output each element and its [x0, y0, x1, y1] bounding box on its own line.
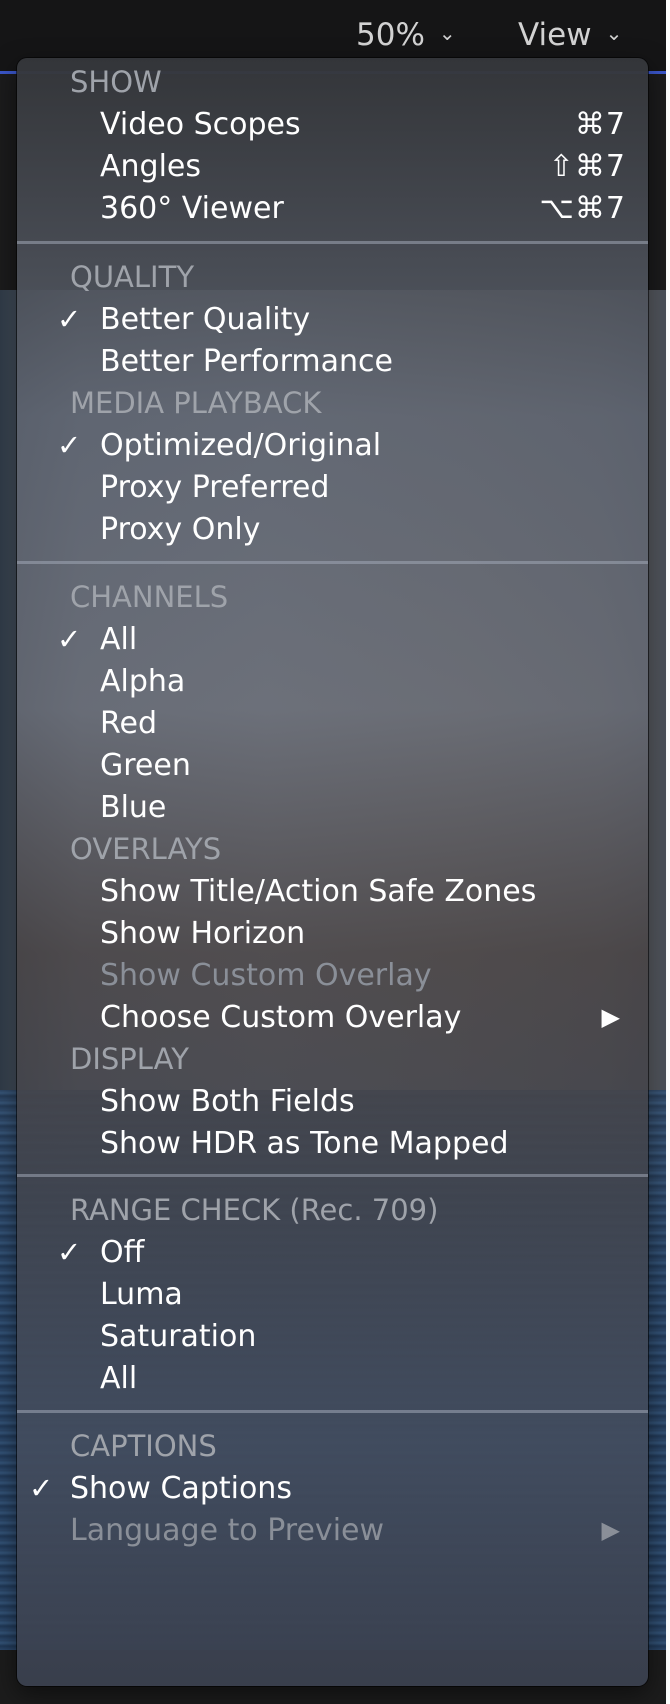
- menu-item-label: Luma: [100, 1277, 183, 1312]
- menu-item-label: Show Both Fields: [100, 1084, 355, 1119]
- menu-item-label: Language to Preview: [70, 1513, 385, 1548]
- menu-item-label: Video Scopes: [100, 107, 301, 142]
- chevron-down-icon: ⌄: [605, 21, 623, 45]
- menu-item-label: Show Captions: [70, 1471, 292, 1506]
- zoom-label: 50%: [356, 17, 425, 53]
- menu-item-label: Better Performance: [100, 344, 393, 379]
- section-header-display: DISPLAY: [70, 1042, 189, 1076]
- menu-separator: [17, 561, 648, 564]
- chevron-down-icon: ⌄: [438, 21, 456, 45]
- menu-item-label: Red: [100, 706, 157, 741]
- view-label: View: [518, 17, 592, 53]
- view-popup-button[interactable]: View ⌄: [518, 14, 622, 56]
- menu-item-range-saturation[interactable]: Saturation: [17, 1314, 648, 1359]
- menu-item-choose-custom-overlay[interactable]: Choose Custom Overlay ▶: [17, 995, 648, 1040]
- menu-item-label: All: [100, 622, 138, 657]
- menu-item-label: Choose Custom Overlay: [100, 1000, 462, 1035]
- section-header-channels: CHANNELS: [70, 580, 229, 614]
- submenu-arrow-icon: ▶: [601, 1003, 620, 1031]
- menu-item-proxy-preferred[interactable]: Proxy Preferred: [17, 465, 648, 510]
- checkmark-icon: ✓: [29, 1471, 54, 1505]
- menu-item-language-to-preview: Language to Preview ▶: [17, 1508, 648, 1553]
- section-header-quality: QUALITY: [70, 260, 195, 294]
- menu-item-label: Off: [100, 1235, 145, 1270]
- menu-item-show-captions[interactable]: ✓ Show Captions: [17, 1466, 648, 1511]
- submenu-arrow-icon: ▶: [601, 1516, 620, 1544]
- zoom-popup-button[interactable]: 50% ⌄: [356, 14, 456, 56]
- checkmark-icon: ✓: [57, 622, 82, 656]
- menu-separator: [17, 1410, 648, 1413]
- menu-item-range-off[interactable]: ✓ Off: [17, 1230, 648, 1275]
- menu-item-label: Show Horizon: [100, 916, 306, 951]
- menu-item-show-hdr-tone-mapped[interactable]: Show HDR as Tone Mapped: [17, 1121, 648, 1166]
- menu-item-channel-alpha[interactable]: Alpha: [17, 659, 648, 704]
- menu-separator: [17, 1174, 648, 1177]
- menu-item-show-horizon[interactable]: Show Horizon: [17, 911, 648, 956]
- menu-item-show-both-fields[interactable]: Show Both Fields: [17, 1079, 648, 1124]
- menu-item-range-luma[interactable]: Luma: [17, 1272, 648, 1317]
- menu-item-label: Alpha: [100, 664, 186, 699]
- menu-item-video-scopes[interactable]: Video Scopes ⌘7: [17, 102, 648, 147]
- checkmark-icon: ✓: [57, 428, 82, 462]
- menu-item-360-viewer[interactable]: 360° Viewer ⌥⌘7: [17, 186, 648, 231]
- shortcut-label: ⌘7: [574, 107, 626, 142]
- menu-item-angles[interactable]: Angles ⇧⌘7: [17, 144, 648, 189]
- menu-item-channel-green[interactable]: Green: [17, 743, 648, 788]
- section-header-range-check: RANGE CHECK (Rec. 709): [70, 1193, 439, 1227]
- menu-item-show-custom-overlay: Show Custom Overlay: [17, 953, 648, 998]
- menu-item-label: Saturation: [100, 1319, 257, 1354]
- menu-item-better-quality[interactable]: ✓ Better Quality: [17, 297, 648, 342]
- checkmark-icon: ✓: [57, 1235, 82, 1269]
- menu-item-label: Better Quality: [100, 302, 311, 337]
- section-header-media-playback: MEDIA PLAYBACK: [70, 386, 322, 420]
- menu-item-channel-all[interactable]: ✓ All: [17, 617, 648, 662]
- shortcut-label: ⇧⌘7: [548, 149, 626, 184]
- menu-item-range-all[interactable]: All: [17, 1356, 648, 1401]
- view-menu: SHOW Video Scopes ⌘7 Angles ⇧⌘7 360° Vie…: [17, 58, 648, 1686]
- menu-item-label: Angles: [100, 149, 202, 184]
- menu-separator: [17, 241, 648, 244]
- menu-item-optimized-original[interactable]: ✓ Optimized/Original: [17, 423, 648, 468]
- checkmark-icon: ✓: [57, 302, 82, 336]
- menu-item-label: Proxy Preferred: [100, 470, 330, 505]
- menu-item-proxy-only[interactable]: Proxy Only: [17, 507, 648, 552]
- section-header-show: SHOW: [70, 65, 162, 99]
- menu-item-label: Show Title/Action Safe Zones: [100, 874, 537, 909]
- menu-item-label: Show HDR as Tone Mapped: [100, 1126, 509, 1161]
- menu-item-label: Show Custom Overlay: [100, 958, 432, 993]
- section-header-overlays: OVERLAYS: [70, 832, 222, 866]
- menu-item-label: All: [100, 1361, 138, 1396]
- menu-item-title-action-safe-zones[interactable]: Show Title/Action Safe Zones: [17, 869, 648, 914]
- menu-item-label: 360° Viewer: [100, 191, 284, 226]
- menu-item-better-performance[interactable]: Better Performance: [17, 339, 648, 384]
- shortcut-label: ⌥⌘7: [539, 191, 626, 226]
- menu-item-label: Green: [100, 748, 191, 783]
- section-header-captions: CAPTIONS: [70, 1429, 217, 1463]
- menu-item-channel-blue[interactable]: Blue: [17, 785, 648, 830]
- menu-item-label: Proxy Only: [100, 512, 261, 547]
- menu-item-channel-red[interactable]: Red: [17, 701, 648, 746]
- menu-item-label: Blue: [100, 790, 167, 825]
- menu-item-label: Optimized/Original: [100, 428, 382, 463]
